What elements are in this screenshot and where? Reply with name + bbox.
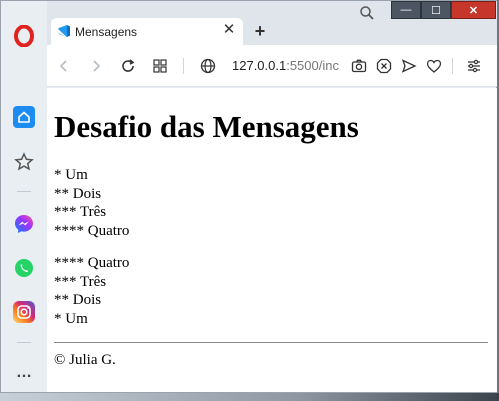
new-tab-button[interactable]: + [251, 22, 269, 40]
list-item: **** Quatro [54, 222, 130, 239]
adblock-icon[interactable] [375, 57, 393, 75]
vscode-favicon-icon [57, 24, 71, 43]
page-content: Desafio das Mensagens * Um ** Dois *** T… [47, 88, 498, 392]
sidebar-divider [17, 342, 31, 343]
sidebar-divider [17, 191, 31, 192]
list-item: *** Três [54, 204, 107, 220]
desktop-search-icon [359, 5, 375, 21]
sidebar: … [1, 1, 47, 392]
forward-icon[interactable] [87, 57, 105, 75]
snapshot-icon[interactable] [350, 57, 368, 75]
easy-setup-icon[interactable] [465, 57, 483, 75]
globe-icon[interactable] [199, 57, 217, 75]
address-toolbar: 127.0.0.1:5500/inc [47, 45, 498, 87]
page-title: Desafio das Mensagens [54, 109, 359, 144]
list-item: **** Quatro [54, 255, 130, 271]
list-item: *** Três [54, 273, 107, 290]
messenger-icon[interactable] [12, 212, 36, 236]
more-icon[interactable]: … [12, 361, 36, 385]
star-icon[interactable] [12, 150, 36, 174]
toolbar-divider [452, 58, 453, 74]
home-icon[interactable] [12, 105, 36, 129]
tab-mensagens[interactable]: Mensagens ✕ [51, 18, 243, 45]
desktop-background-bottom [0, 393, 499, 401]
horizontal-rule [54, 342, 488, 343]
send-icon[interactable] [400, 57, 418, 75]
list-item: ** Dois [54, 185, 102, 202]
instagram-icon[interactable] [12, 300, 36, 324]
window-controls: — ☐ ✕ [391, 1, 498, 21]
url-path: :5500/inc [286, 58, 339, 73]
footer-text: © Julia G. [54, 352, 116, 368]
address-bar[interactable]: 127.0.0.1:5500/inc [232, 58, 339, 73]
toolbar-divider [183, 58, 184, 74]
list-forward: * Um ** Dois *** Três **** Quatro [54, 166, 129, 240]
whatsapp-icon[interactable] [12, 256, 36, 280]
tab-grid-icon[interactable] [151, 57, 169, 75]
opera-logo-icon[interactable] [12, 24, 36, 48]
browser-window: … Mensagens ✕ + — ☐ ✕ 127.0.0.1:5500/inc… [0, 0, 498, 393]
list-item: * Um [54, 310, 88, 327]
close-window-button[interactable]: ✕ [451, 1, 496, 19]
tab-title: Mensagens [75, 25, 138, 39]
back-icon[interactable] [55, 57, 73, 75]
close-tab-icon[interactable]: ✕ [221, 22, 237, 38]
minimize-button[interactable]: — [391, 1, 421, 19]
list-item: ** Dois [54, 292, 102, 308]
reload-icon[interactable] [119, 57, 137, 75]
list-reverse: **** Quatro *** Três ** Dois * Um [54, 254, 129, 328]
url-host: 127.0.0.1 [232, 58, 287, 73]
list-item: * Um [54, 167, 88, 183]
maximize-button[interactable]: ☐ [421, 1, 451, 19]
heart-icon[interactable] [425, 57, 443, 75]
